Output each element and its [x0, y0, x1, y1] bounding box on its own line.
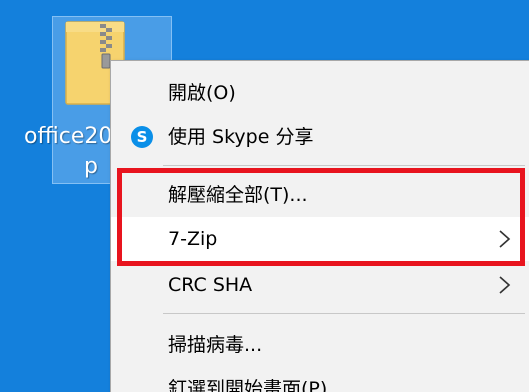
menu-separator	[163, 313, 525, 314]
chevron-right-icon	[499, 276, 511, 294]
skype-icon: S	[131, 126, 153, 148]
menu-separator	[163, 165, 525, 166]
menu-item-label: 開啟(O)	[168, 82, 236, 104]
menu-item-scan-virus[interactable]: 掃描病毒...	[111, 323, 529, 367]
menu-item-crc-sha[interactable]: CRC SHA	[111, 263, 529, 307]
menu-item-label: 釘選到開始畫面(P)	[168, 378, 328, 392]
menu-item-label: 掃描病毒...	[168, 334, 263, 356]
menu-item-label: CRC SHA	[168, 274, 253, 296]
menu-item-label: 使用 Skype 分享	[168, 126, 314, 148]
file-label-line1[interactable]: office20	[24, 122, 112, 152]
red-highlight-box	[117, 168, 525, 266]
menu-item-open[interactable]: 開啟(O)	[111, 71, 529, 115]
menu-item-pin-to-start[interactable]: 釘選到開始畫面(P)	[111, 367, 529, 392]
file-label-line2[interactable]: p	[84, 152, 98, 182]
menu-item-skype-share[interactable]: S 使用 Skype 分享	[111, 115, 529, 159]
